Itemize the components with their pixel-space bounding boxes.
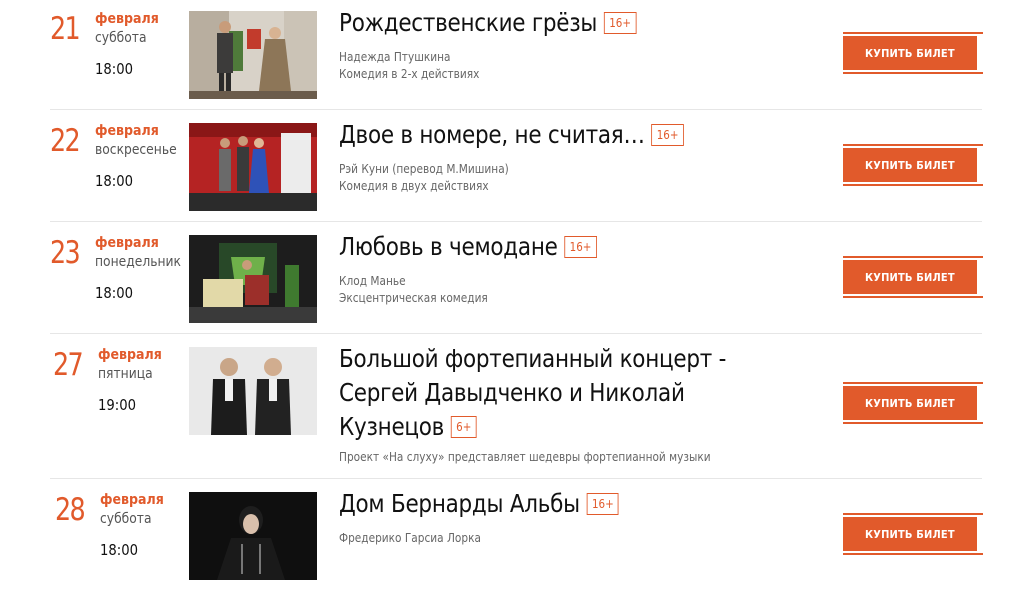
buy-ticket-block: КУПИТЬ БИЛЕТ [843,382,983,424]
event-weekday: воскресенье [95,142,177,158]
event-author: Фредерико Гарсиа Лорка [339,531,481,545]
event-time: 18:00 [95,60,134,78]
buy-ticket-block: КУПИТЬ БИЛЕТ [843,144,983,186]
events-list: 21 февраля суббота 18:00 Рождественские … [0,0,1024,599]
event-row: 28 февраля суббота 18:00 Дом Бернарды Ал… [50,487,983,591]
event-author: Рэй Куни (перевод М.Мишина) [339,162,509,176]
event-info: Большой фортепианный концерт - Сергей Да… [339,342,749,466]
event-title[interactable]: Дом Бернарды Альбы 16+ [339,487,743,521]
event-weekday: пятница [98,366,153,382]
event-photo[interactable] [189,492,317,580]
event-time: 18:00 [95,284,134,302]
age-rating-badge: 16+ [586,493,619,515]
event-info: Любовь в чемодане 16+ Клод Манье Эксцентр… [339,230,749,307]
event-row: 23 февраля понедельник 18:00 Любовь в че… [50,230,983,334]
event-photo[interactable] [189,235,317,323]
decorative-line [843,513,983,515]
event-info: Рождественские грёзы 16+ Надежда Птушкина… [339,6,749,83]
event-title[interactable]: Рождественские грёзы 16+ [339,6,743,40]
event-photo[interactable] [189,123,317,211]
event-info: Дом Бернарды Альбы 16+ Фредерико Гарсиа Л… [339,487,749,547]
event-genre: Эксцентрическая комедия [339,291,488,305]
decorative-line [843,256,983,258]
event-photo[interactable] [189,347,317,435]
buy-ticket-button[interactable]: КУПИТЬ БИЛЕТ [843,260,977,294]
decorative-line [843,553,983,555]
event-title[interactable]: Любовь в чемодане 16+ [339,230,743,264]
event-time: 18:00 [100,541,139,559]
decorative-line [843,72,983,74]
event-month: февраля [95,123,159,139]
event-day: 22 [50,123,81,159]
decorative-line [843,382,983,384]
event-time: 18:00 [95,172,134,190]
event-month: февраля [95,235,159,251]
age-rating-badge: 16+ [604,12,637,34]
event-author: Проект «На слуху» представляет шедевры ф… [339,450,711,464]
event-weekday: суббота [100,511,152,527]
decorative-line [843,184,983,186]
event-day: 28 [55,492,86,528]
age-rating-badge: 6+ [450,416,477,438]
decorative-line [843,32,983,34]
decorative-line [843,296,983,298]
event-info: Двое в номере, не считая… 16+ Рэй Куни (п… [339,118,749,195]
event-month: февраля [100,492,164,508]
event-title[interactable]: Двое в номере, не считая… 16+ [339,118,743,152]
event-day: 27 [53,347,84,383]
event-row: 27 февраля пятница 19:00 Большой фортепи… [50,342,983,479]
event-row: 22 февраля воскресенье 18:00 Двое в номе… [50,118,983,222]
age-rating-badge: 16+ [651,124,684,146]
event-weekday: суббота [95,30,147,46]
decorative-line [843,144,983,146]
buy-ticket-button[interactable]: КУПИТЬ БИЛЕТ [843,36,977,70]
decorative-line [843,422,983,424]
event-month: февраля [95,11,159,27]
event-weekday: понедельник [95,254,181,270]
event-title[interactable]: Большой фортепианный концерт - Сергей Да… [339,342,743,444]
event-genre: Комедия в 2-х действиях [339,67,480,81]
event-month: февраля [98,347,162,363]
event-day: 23 [50,235,81,271]
buy-ticket-block: КУПИТЬ БИЛЕТ [843,32,983,74]
buy-ticket-block: КУПИТЬ БИЛЕТ [843,256,983,298]
event-genre: Комедия в двух действиях [339,179,489,193]
buy-ticket-button[interactable]: КУПИТЬ БИЛЕТ [843,517,977,551]
buy-ticket-button[interactable]: КУПИТЬ БИЛЕТ [843,148,977,182]
buy-ticket-button[interactable]: КУПИТЬ БИЛЕТ [843,386,977,420]
event-day: 21 [50,11,81,47]
event-photo[interactable] [189,11,317,99]
buy-ticket-block: КУПИТЬ БИЛЕТ [843,513,983,555]
event-author: Клод Манье [339,274,406,288]
age-rating-badge: 16+ [564,236,597,258]
event-time: 19:00 [98,396,137,414]
event-author: Надежда Птушкина [339,50,451,64]
event-row: 21 февраля суббота 18:00 Рождественские … [50,6,983,110]
